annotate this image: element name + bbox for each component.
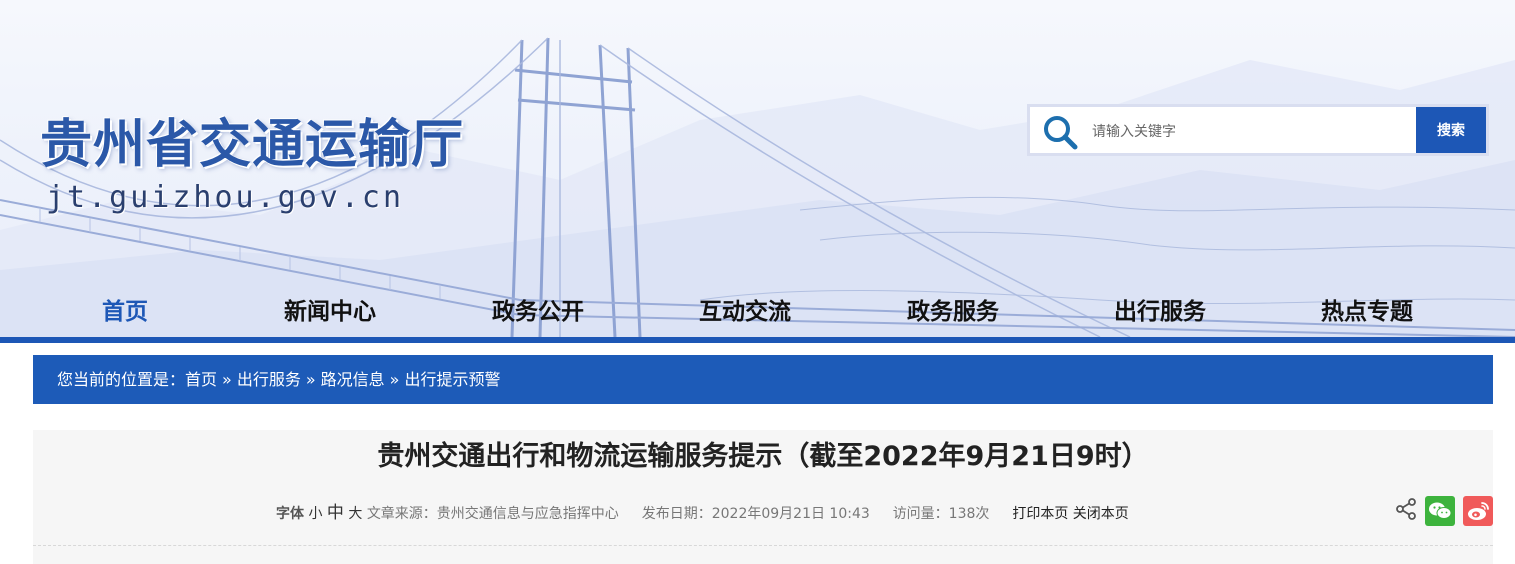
search-button[interactable]: 搜索 xyxy=(1416,107,1486,153)
article-source: 文章来源：贵州交通信息与应急指挥中心 xyxy=(366,506,619,522)
nav-item-news[interactable]: 新闻中心 xyxy=(284,292,376,326)
breadcrumb: 您当前的位置是：首页» 出行服务» 路况信息» 出行提示预警 xyxy=(33,355,1493,404)
nav-item-home[interactable]: 首页 xyxy=(102,292,148,326)
article-title: 贵州交通出行和物流运输服务提示（截至2022年9月21日9时） xyxy=(377,441,1149,472)
nav-divider-bar xyxy=(0,337,1515,343)
header-banner: 贵州省交通运输厅 jt.guizhou.gov.cn 搜索 首页 新闻中心 政务… xyxy=(0,0,1515,337)
search-icon xyxy=(1044,116,1078,150)
font-size-large-button[interactable]: 大 xyxy=(348,506,362,522)
nav-item-travel-service[interactable]: 出行服务 xyxy=(1114,292,1206,326)
breadcrumb-separator: » xyxy=(305,370,316,389)
site-domain: jt.guizhou.gov.cn xyxy=(46,180,405,215)
article-header-panel: 贵州交通出行和物流运输服务提示（截至2022年9月21日9时） 字体 小 中 大… xyxy=(33,430,1493,564)
wechat-share-icon[interactable] xyxy=(1425,496,1455,526)
print-page-button[interactable]: 打印本页 xyxy=(1012,506,1068,522)
nav-item-interaction[interactable]: 互动交流 xyxy=(699,292,791,326)
article-header-divider xyxy=(33,545,1493,546)
nav-item-gov-service[interactable]: 政务服务 xyxy=(907,292,999,326)
font-size-label: 字体 xyxy=(276,506,304,522)
breadcrumb-road-info[interactable]: 路况信息 xyxy=(321,370,385,389)
search-input[interactable] xyxy=(1090,117,1414,147)
breadcrumb-travel-service[interactable]: 出行服务 xyxy=(237,370,301,389)
article-visit-count: 访问量：138次 xyxy=(892,506,990,522)
close-page-button[interactable]: 关闭本页 xyxy=(1073,506,1129,522)
font-size-medium-button[interactable]: 中 xyxy=(327,503,344,523)
breadcrumb-home[interactable]: 首页 xyxy=(185,370,217,389)
weibo-share-icon[interactable] xyxy=(1463,496,1493,526)
font-size-small-button[interactable]: 小 xyxy=(308,506,322,522)
breadcrumb-separator: » xyxy=(222,370,232,389)
breadcrumb-travel-alerts[interactable]: 出行提示预警 xyxy=(404,370,500,389)
nav-item-topics[interactable]: 热点专题 xyxy=(1321,292,1413,326)
breadcrumb-separator: » xyxy=(389,370,400,389)
site-logo-title[interactable]: 贵州省交通运输厅 xyxy=(40,102,464,177)
breadcrumb-prefix: 您当前的位置是： xyxy=(57,370,186,389)
article-meta: 字体 小 中 大 文章来源：贵州交通信息与应急指挥中心 发布日期：2022年09… xyxy=(276,498,1129,523)
share-icon[interactable] xyxy=(1395,498,1417,520)
search-box: 搜索 xyxy=(1027,104,1489,156)
nav-item-gov-info[interactable]: 政务公开 xyxy=(492,292,584,326)
main-nav: 首页 新闻中心 政务公开 互动交流 政务服务 出行服务 热点专题 xyxy=(0,276,1515,337)
article-publish-date: 发布日期：2022年09月21日 10:43 xyxy=(641,506,870,522)
